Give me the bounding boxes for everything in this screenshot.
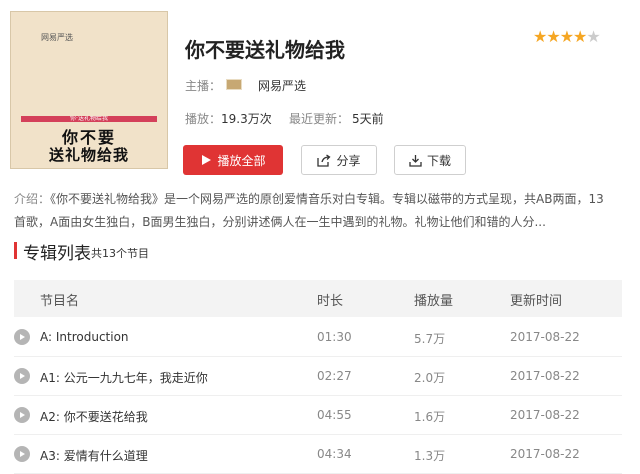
download-button[interactable]: 下载 [394, 145, 466, 175]
episode-duration: 04:34 [317, 447, 352, 461]
plays-label: 播放： [185, 112, 222, 126]
table-row[interactable]: A: Introduction 01:30 5.7万 2017-08-22 [14, 318, 622, 357]
episode-date: 2017-08-22 [510, 330, 580, 344]
episode-plays: 1.6万 [414, 410, 446, 424]
updated-label: 最近更新： [289, 112, 350, 126]
share-button[interactable]: 分享 [301, 145, 377, 175]
intro-label: 介绍： [14, 192, 51, 206]
episode-name[interactable]: A1: 公元一九九七年，我走近你 [40, 369, 208, 386]
episode-date: 2017-08-22 [510, 408, 580, 422]
table-row[interactable]: A2: 你不要送花给我 04:55 1.6万 2017-08-22 [14, 396, 622, 435]
episode-duration: 01:30 [317, 330, 352, 344]
episode-duration: 04:55 [317, 408, 352, 422]
episode-name[interactable]: A2: 你不要送花给我 [40, 408, 148, 425]
episode-duration: 02:27 [317, 369, 352, 383]
table-row[interactable]: A3: 爱情有什么道理 04:34 1.3万 2017-08-22 [14, 435, 622, 474]
episode-name[interactable]: A3: 爱情有什么道理 [40, 447, 148, 464]
album-intro: 介绍：《你不要送礼物给我》是一个网易严选的原创爱情音乐对白专辑。专辑以磁带的方式… [14, 188, 614, 234]
column-updated: 更新时间 [510, 294, 563, 309]
star-filled-icon: ★ [533, 27, 547, 46]
rating-stars: ★★★★★ [533, 27, 601, 46]
episode-count: 共13个节目 [91, 247, 149, 260]
table-header: 节目名 时长 播放量 更新时间 [14, 280, 622, 317]
star-filled-icon: ★ [573, 27, 587, 46]
cover-title-line2: 送礼物给我 [48, 146, 129, 164]
play-circle-icon[interactable] [14, 329, 30, 345]
play-all-label: 播放全部 [217, 153, 266, 168]
updated-value: 5天前 [352, 112, 384, 126]
episode-date: 2017-08-22 [510, 369, 580, 383]
anchor-name[interactable]: 网易严选 [258, 77, 306, 94]
album-title: 你不要送礼物给我 [185, 38, 345, 62]
plays-value: 19.3万次 [221, 112, 272, 126]
play-icon [202, 155, 212, 165]
star-empty-icon: ★ [586, 27, 600, 46]
cover-brand-text: 网易严选 [41, 33, 73, 42]
anchor-label: 主播： [185, 79, 222, 93]
download-icon [409, 154, 422, 167]
star-filled-icon: ★ [559, 27, 574, 46]
share-label: 分享 [336, 153, 361, 168]
column-plays: 播放量 [414, 294, 454, 309]
intro-text: 《你不要送礼物给我》是一个网易严选的原创爱情音乐对白专辑。专辑以磁带的方式呈现，… [14, 192, 604, 229]
table-row[interactable]: A1: 公元一九九七年，我走近你 02:27 2.0万 2017-08-22 [14, 357, 622, 396]
section-accent-bar [14, 242, 17, 259]
episode-plays: 2.0万 [414, 371, 446, 385]
star-filled-icon: ★ [546, 27, 560, 46]
episode-name[interactable]: A: Introduction [40, 330, 129, 344]
section-title: 专辑列表 [23, 244, 91, 264]
play-circle-icon[interactable] [14, 368, 30, 384]
column-name: 节目名 [40, 294, 80, 309]
episode-plays: 5.7万 [414, 332, 446, 346]
play-circle-icon[interactable] [14, 446, 30, 462]
play-all-button[interactable]: 播放全部 [183, 145, 283, 175]
share-icon [317, 153, 332, 167]
cover-band: 你·送礼物给我 [21, 116, 157, 122]
episode-date: 2017-08-22 [510, 447, 580, 461]
play-circle-icon[interactable] [14, 407, 30, 423]
episode-plays: 1.3万 [414, 449, 446, 463]
album-cover: 网易严选 你·送礼物给我 你不要 送礼物给我 [10, 11, 168, 169]
column-duration: 时长 [317, 294, 344, 309]
download-label: 下载 [426, 153, 451, 168]
anchor-avatar[interactable] [226, 79, 242, 90]
